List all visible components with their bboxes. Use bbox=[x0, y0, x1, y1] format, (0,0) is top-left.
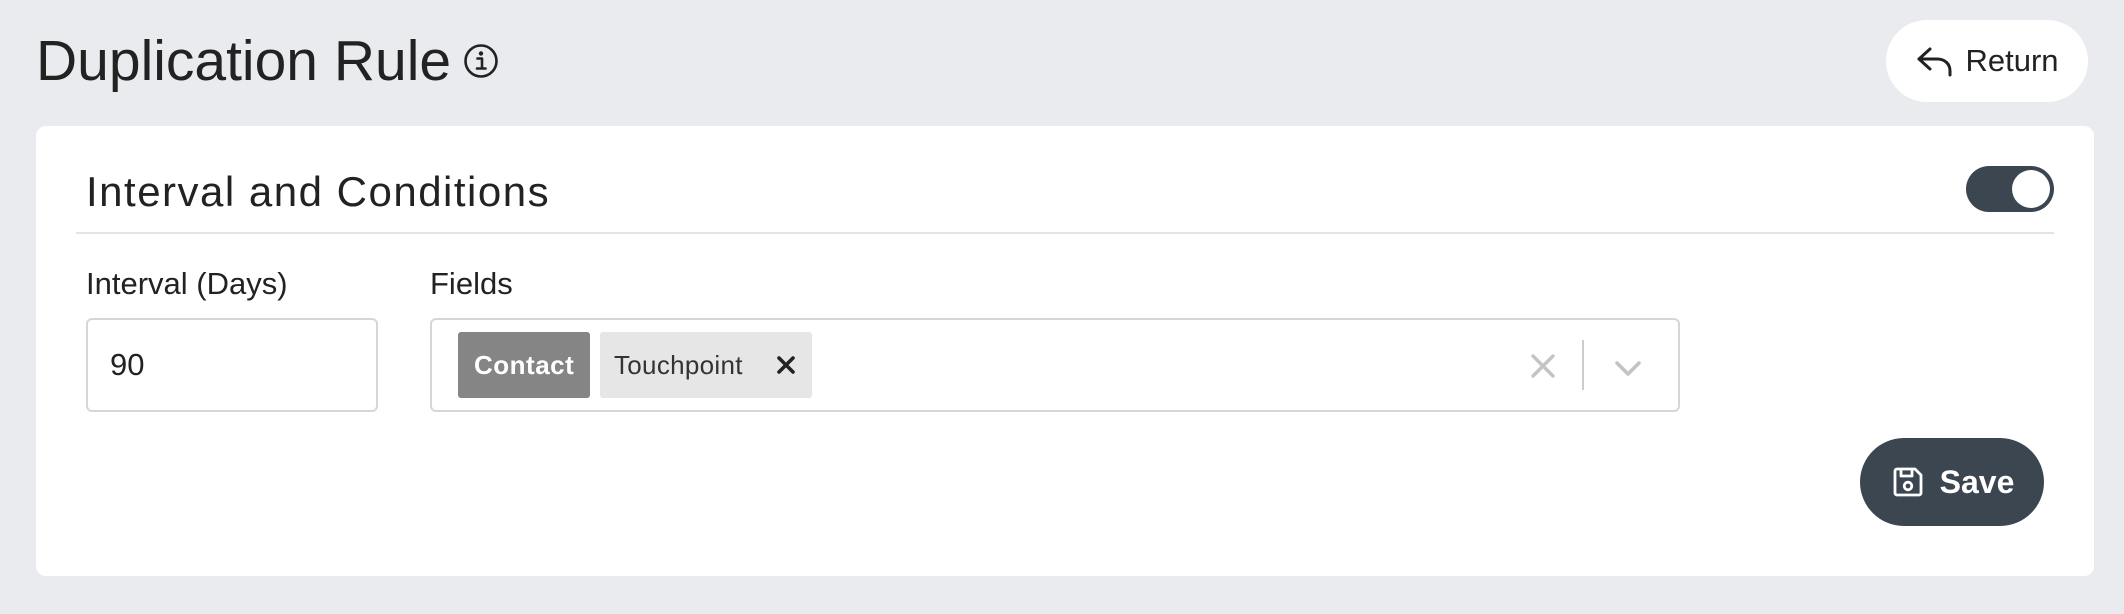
return-button[interactable]: Return bbox=[1886, 20, 2088, 102]
interval-input[interactable] bbox=[86, 318, 378, 412]
tag-label: Contact bbox=[474, 349, 575, 380]
floppy-disk-icon bbox=[1890, 464, 1926, 500]
tag-touchpoint: Touchpoint bbox=[600, 332, 812, 398]
save-button-label: Save bbox=[1939, 463, 2015, 500]
tag-label: Touchpoint bbox=[614, 349, 743, 380]
fields-label: Fields bbox=[430, 266, 513, 301]
section-enabled-toggle[interactable] bbox=[1966, 166, 2054, 212]
section-header: Interval and Conditions bbox=[76, 126, 2054, 234]
chevron-down-icon[interactable] bbox=[1612, 352, 1644, 384]
return-button-label: Return bbox=[1965, 43, 2059, 78]
section-title: Interval and Conditions bbox=[86, 168, 551, 215]
select-divider bbox=[1582, 340, 1584, 390]
page-header: Duplication Rule Return bbox=[36, 20, 2088, 102]
close-icon[interactable] bbox=[772, 351, 800, 379]
return-arrow-icon bbox=[1915, 41, 1955, 81]
clear-icon[interactable] bbox=[1528, 351, 1558, 381]
tag-contact: Contact bbox=[458, 332, 591, 398]
interval-label: Interval (Days) bbox=[86, 266, 288, 301]
toggle-knob bbox=[2012, 170, 2050, 208]
info-icon[interactable] bbox=[463, 43, 499, 79]
page-title-text: Duplication Rule bbox=[36, 29, 452, 93]
save-button[interactable]: Save bbox=[1860, 438, 2044, 526]
page-title: Duplication Rule bbox=[36, 30, 499, 92]
fields-multiselect[interactable]: Contact Touchpoint bbox=[430, 318, 1680, 412]
rule-card: Interval and Conditions Interval (Days) … bbox=[36, 126, 2094, 576]
